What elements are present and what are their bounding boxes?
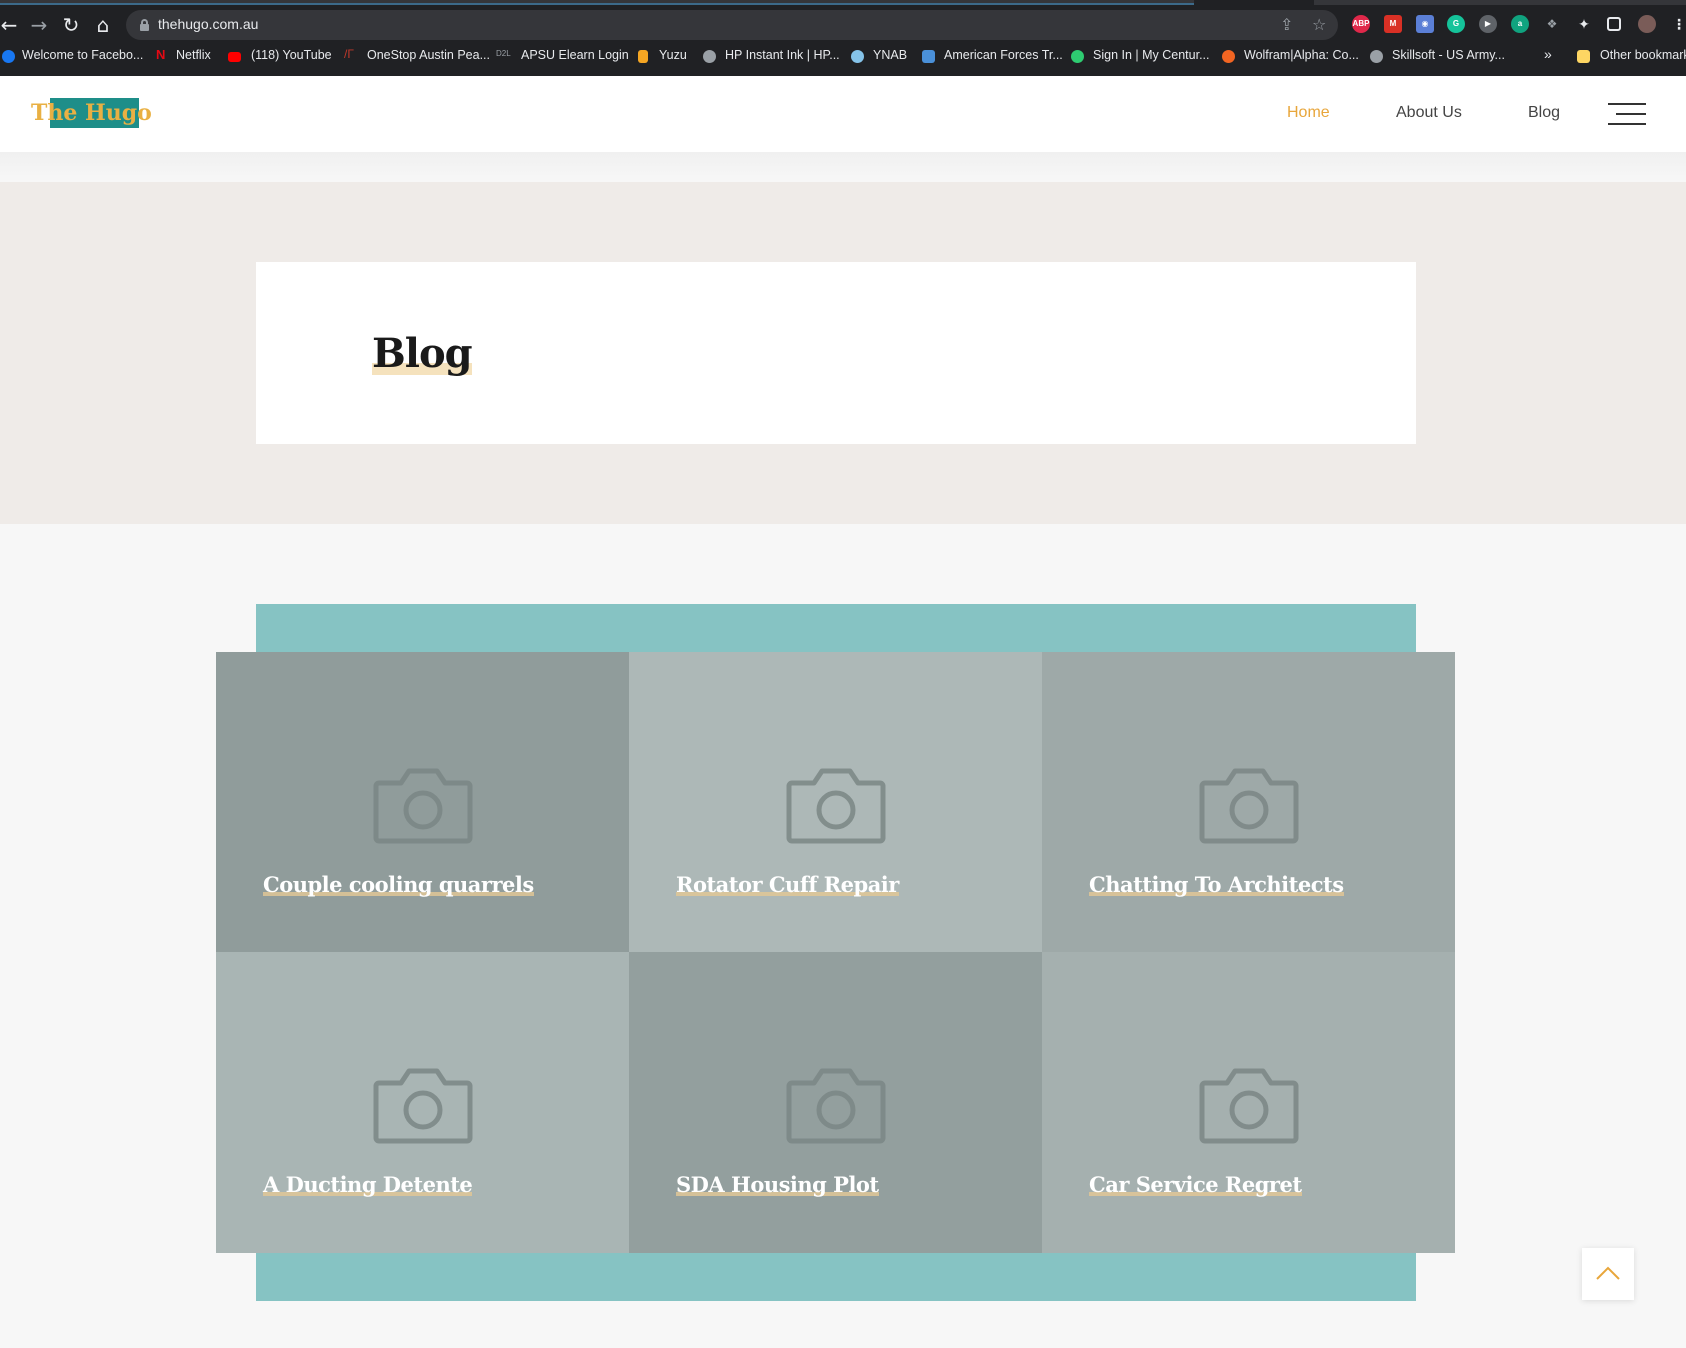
- blog-post-title[interactable]: Rotator Cuff Repair: [676, 872, 899, 897]
- blog-post-title[interactable]: SDA Housing Plot: [676, 1172, 879, 1197]
- gmail-icon[interactable]: M: [1384, 15, 1402, 33]
- menu-kebab-icon[interactable]: ⋮: [1670, 15, 1686, 33]
- chevron-up-icon: [1596, 1266, 1620, 1280]
- blog-post-title[interactable]: Car Service Regret: [1089, 1172, 1302, 1197]
- blog-post-title[interactable]: Chatting To Architects: [1089, 872, 1344, 897]
- bookmark-skillsoft[interactable]: Skillsoft - US Army...: [1392, 48, 1505, 62]
- site-logo[interactable]: The Hugo: [30, 98, 153, 128]
- adblock-icon[interactable]: ABP: [1352, 15, 1370, 33]
- youtube-icon: [228, 52, 241, 62]
- bookmark-apsu[interactable]: APSU Elearn Login: [521, 48, 629, 62]
- yuzu-icon: [638, 50, 648, 63]
- bookmarks-bar: Welcome to Facebo... N Netflix (118) You…: [0, 44, 1686, 70]
- bookmark-netflix[interactable]: Netflix: [176, 48, 211, 62]
- globe-icon: [703, 50, 716, 63]
- ynab-icon: [851, 50, 864, 63]
- address-bar[interactable]: thehugo.com.au ⇪ ☆: [126, 10, 1338, 40]
- globe-icon: [1370, 50, 1383, 63]
- facebook-icon: [2, 50, 15, 63]
- camera-extension-icon[interactable]: ◉: [1416, 15, 1434, 33]
- nav-about-us[interactable]: About Us: [1396, 104, 1462, 122]
- bookmark-wolfram[interactable]: Wolfram|Alpha: Co...: [1244, 48, 1359, 62]
- extensions-puzzle-icon[interactable]: ✦: [1575, 15, 1593, 33]
- afn-icon: [922, 50, 935, 63]
- profile-avatar[interactable]: [1638, 15, 1656, 33]
- blog-post-title[interactable]: Couple cooling quarrels: [263, 872, 534, 897]
- back-icon[interactable]: ←: [0, 12, 22, 38]
- bookmark-facebook[interactable]: Welcome to Facebo...: [22, 48, 143, 62]
- camera-placeholder-icon: [1199, 768, 1299, 844]
- side-panel-icon[interactable]: [1607, 17, 1621, 31]
- hero-card: Blog: [256, 262, 1416, 444]
- media-extension-icon[interactable]: ▶: [1479, 15, 1497, 33]
- hamburger-menu-icon[interactable]: [1608, 103, 1646, 125]
- bookmark-century[interactable]: Sign In | My Centur...: [1093, 48, 1210, 62]
- bookmark-yuzu[interactable]: Yuzu: [659, 48, 687, 62]
- folder-icon: [1577, 50, 1590, 63]
- logo-text: The Hugo: [31, 100, 152, 126]
- bookmark-american-forces[interactable]: American Forces Tr...: [944, 48, 1063, 62]
- site-header: The Hugo Home About Us Blog: [0, 76, 1686, 152]
- camera-placeholder-icon: [1199, 1068, 1299, 1144]
- bookmark-ynab[interactable]: YNAB: [873, 48, 907, 62]
- tab-strip: [0, 0, 1194, 5]
- nav-home[interactable]: Home: [1287, 104, 1330, 122]
- century-icon: [1071, 50, 1084, 63]
- forward-icon[interactable]: →: [26, 12, 52, 38]
- d2l-icon: D2L: [496, 49, 511, 58]
- blog-post-card[interactable]: Rotator Cuff Repair: [629, 652, 1042, 952]
- bookmarks-overflow-icon[interactable]: »: [1544, 46, 1552, 62]
- nav-blog[interactable]: Blog: [1528, 104, 1560, 122]
- bookmark-onestop[interactable]: OneStop Austin Pea...: [367, 48, 490, 62]
- scroll-to-top-button[interactable]: [1582, 1248, 1634, 1300]
- netflix-icon: N: [156, 47, 166, 62]
- dropbox-icon[interactable]: ❖: [1543, 15, 1561, 33]
- tab-strip-right: [1314, 0, 1686, 5]
- bookmark-youtube[interactable]: (118) YouTube: [251, 48, 332, 62]
- browser-chrome: ← → ↻ ⌂ thehugo.com.au ⇪ ☆ ABP M ◉ G ▶ a…: [0, 0, 1686, 76]
- blog-post-card[interactable]: Car Service Regret: [1042, 952, 1455, 1253]
- blog-post-card[interactable]: Couple cooling quarrels: [216, 652, 629, 952]
- bookmark-other[interactable]: Other bookmarks: [1600, 48, 1686, 62]
- page-hero: Blog: [0, 182, 1686, 524]
- page-title: Blog: [372, 330, 473, 377]
- wolfram-icon: [1222, 50, 1235, 63]
- home-icon[interactable]: ⌂: [90, 12, 116, 38]
- bookmark-star-icon[interactable]: ☆: [1312, 15, 1326, 34]
- camera-placeholder-icon: [786, 768, 886, 844]
- blog-post-card[interactable]: Chatting To Architects: [1042, 652, 1455, 952]
- camera-placeholder-icon: [786, 1068, 886, 1144]
- onestop-icon: /Γ: [344, 47, 354, 61]
- grammarly-icon[interactable]: G: [1447, 15, 1465, 33]
- lock-icon: [140, 19, 149, 31]
- url-text[interactable]: thehugo.com.au: [158, 16, 258, 32]
- blog-post-grid: Couple cooling quarrels Rotator Cuff Repa…: [216, 652, 1455, 1253]
- blog-post-card[interactable]: A Ducting Detente: [216, 952, 629, 1253]
- camera-placeholder-icon: [373, 768, 473, 844]
- header-shadow: [0, 152, 1686, 182]
- reload-icon[interactable]: ↻: [58, 12, 84, 38]
- blog-post-card[interactable]: SDA Housing Plot: [629, 952, 1042, 1253]
- share-icon[interactable]: ⇪: [1280, 15, 1293, 34]
- camera-placeholder-icon: [373, 1068, 473, 1144]
- bookmark-hp[interactable]: HP Instant Ink | HP...: [725, 48, 840, 62]
- blog-post-title[interactable]: A Ducting Detente: [263, 1172, 473, 1197]
- extension-a-icon[interactable]: a: [1511, 15, 1529, 33]
